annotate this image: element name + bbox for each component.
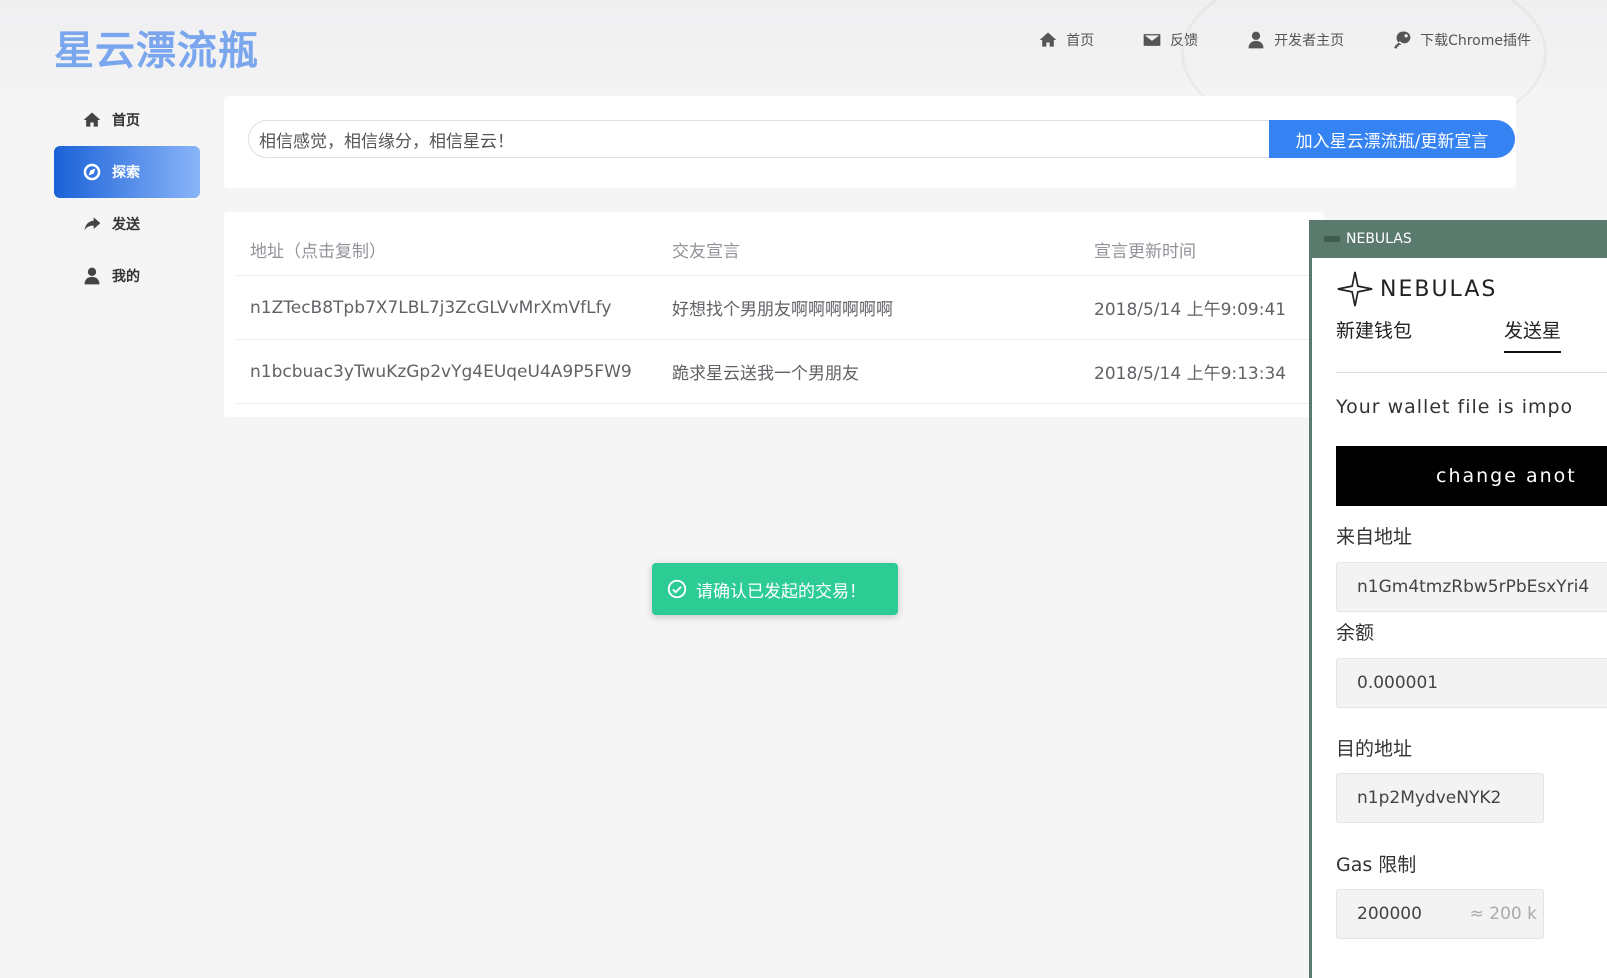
- topnav-download-plugin[interactable]: 下载Chrome插件: [1392, 30, 1531, 50]
- wallet-titlebar-text: NEBULAS: [1346, 231, 1412, 247]
- key-icon: [1394, 31, 1411, 49]
- app-logo[interactable]: 星云漂流瓶: [54, 18, 259, 76]
- top-navigation: 首页 反馈 开发者主页 下载Chrome插件: [1038, 30, 1531, 50]
- nebulas-logo-icon: [1337, 271, 1373, 307]
- sidebar-item-label: 发送: [112, 217, 140, 233]
- search-card: 加入星云漂流瓶/更新宣言: [224, 96, 1516, 188]
- change-wallet-button[interactable]: change anot: [1336, 446, 1607, 506]
- tab-send[interactable]: 发送星: [1504, 316, 1562, 353]
- home-icon: [1039, 32, 1057, 47]
- column-header-address: 地址（点击复制）: [236, 224, 658, 276]
- share-icon: [84, 217, 101, 231]
- declaration-input[interactable]: [248, 120, 1279, 158]
- wallet-tabs: 新建钱包 发送星: [1336, 316, 1607, 373]
- wallet-status-note: Your wallet file is impo: [1336, 396, 1574, 418]
- table-header-row: 地址（点击复制） 交友宣言 宣言更新时间: [236, 224, 1336, 276]
- user-icon: [84, 267, 100, 285]
- nebulas-brand: NEBULAS: [1336, 270, 1497, 308]
- declaration-cell: 跪求星云送我一个男朋友: [658, 339, 1080, 404]
- success-toast: 请确认已发起的交易！: [652, 563, 898, 615]
- balance-label: 余额: [1336, 622, 1375, 644]
- wallet-titlebar[interactable]: NEBULAS: [1312, 220, 1607, 258]
- gas-limit-hint: ≈ 200 k: [1469, 904, 1537, 924]
- column-header-declaration: 交友宣言: [658, 224, 1080, 276]
- sidebar: 首页 探索 发送 我的: [54, 94, 200, 302]
- sidebar-item-send[interactable]: 发送: [54, 198, 200, 250]
- declaration-cell: 好想找个男朋友啊啊啊啊啊啊: [658, 275, 1080, 340]
- updated-time-cell: 2018/5/14 上午9:13:34: [1080, 339, 1336, 404]
- check-circle-icon: [667, 579, 687, 599]
- sidebar-item-explore[interactable]: 探索: [54, 146, 200, 198]
- column-header-updated-time: 宣言更新时间: [1080, 224, 1336, 276]
- sidebar-item-label: 探索: [112, 165, 140, 181]
- topnav-developer[interactable]: 开发者主页: [1246, 30, 1344, 50]
- balance-field: 0.000001: [1336, 658, 1607, 708]
- from-address-label: 来自地址: [1336, 526, 1413, 548]
- topnav-home[interactable]: 首页: [1038, 30, 1094, 50]
- window-grip-icon: [1324, 236, 1340, 242]
- table-row: n1ZTecB8Tpb7X7LBL7j3ZcGLVvMrXmVfLfy 好想找个…: [236, 275, 1336, 340]
- mail-icon: [1143, 34, 1161, 46]
- sidebar-item-mine[interactable]: 我的: [54, 250, 200, 302]
- home-icon: [83, 112, 101, 127]
- nebulas-brand-text: NEBULAS: [1380, 276, 1498, 302]
- toast-message: 请确认已发起的交易！: [696, 581, 866, 602]
- nebulas-wallet-popup: NEBULAS NEBULAS 新建钱包 发送星 Your wallet fil…: [1309, 220, 1607, 978]
- topnav-download-plugin-label: 下载Chrome插件: [1420, 33, 1531, 49]
- topnav-feedback-label: 反馈: [1170, 33, 1199, 49]
- compass-icon: [83, 163, 101, 181]
- from-address-field[interactable]: n1Gm4tmzRbw5rPbEsxYri4: [1336, 562, 1607, 612]
- sidebar-item-label: 我的: [112, 269, 140, 285]
- address-cell[interactable]: n1bcbuac3yTwuKzGp2vYg4EUqeU4A9P5FW9: [236, 339, 658, 404]
- to-address-label: 目的地址: [1336, 738, 1413, 760]
- topnav-developer-label: 开发者主页: [1274, 33, 1345, 49]
- bottle-table: 地址（点击复制） 交友宣言 宣言更新时间 n1ZTecB8Tpb7X7LBL7j…: [236, 224, 1336, 404]
- gas-limit-field[interactable]: 200000 ≈ 200 k: [1336, 889, 1544, 939]
- to-address-field[interactable]: n1p2MydveNYK2: [1336, 773, 1544, 823]
- gas-limit-value: 200000: [1357, 904, 1422, 924]
- gas-limit-label: Gas 限制: [1336, 854, 1417, 876]
- address-cell[interactable]: n1ZTecB8Tpb7X7LBL7j3ZcGLVvMrXmVfLfy: [236, 275, 658, 340]
- updated-time-cell: 2018/5/14 上午9:09:41: [1080, 275, 1336, 340]
- join-update-button[interactable]: 加入星云漂流瓶/更新宣言: [1269, 120, 1515, 158]
- sidebar-item-label: 首页: [112, 113, 140, 129]
- table-row: n1bcbuac3yTwuKzGp2vYg4EUqeU4A9P5FW9 跪求星云…: [236, 339, 1336, 404]
- sidebar-item-home[interactable]: 首页: [54, 94, 200, 146]
- topnav-home-label: 首页: [1066, 33, 1095, 49]
- search-bar: 加入星云漂流瓶/更新宣言: [248, 120, 1515, 158]
- topnav-feedback[interactable]: 反馈: [1142, 30, 1198, 50]
- bottle-table-card: 地址（点击复制） 交友宣言 宣言更新时间 n1ZTecB8Tpb7X7LBL7j…: [224, 212, 1336, 417]
- user-icon: [1248, 31, 1264, 49]
- tab-new-wallet[interactable]: 新建钱包: [1336, 316, 1412, 351]
